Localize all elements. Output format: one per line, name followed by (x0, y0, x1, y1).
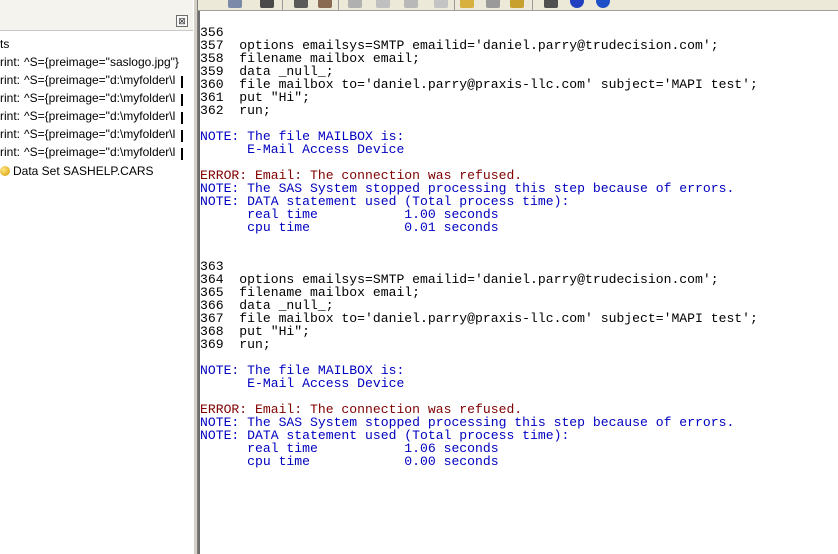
tree-item-prefix: ts (0, 37, 10, 51)
tree-item-label: ^S={preimage="d:\myfolder\l (24, 145, 176, 159)
explorer-icon[interactable] (510, 0, 524, 8)
dataset-icon (0, 166, 10, 176)
new-library-icon[interactable] (460, 0, 474, 8)
tree-item[interactable]: rint: ^S={preimage="d:\myfolder\l (0, 109, 193, 127)
options-icon[interactable] (486, 0, 500, 8)
tree-item-label: ^S={preimage="saslogo.jpg"} (24, 55, 179, 69)
truncation-divider (181, 76, 183, 88)
truncation-divider (181, 94, 183, 106)
tree-item-label: ^S={preimage="d:\myfolder\l (24, 127, 176, 141)
tree-item[interactable]: ts (0, 37, 193, 55)
tree-item[interactable]: rint: ^S={preimage="saslogo.jpg"} (0, 55, 193, 73)
log-line: E-Mail Access Device (200, 376, 405, 391)
print-preview-icon[interactable] (318, 0, 332, 8)
tree-item-prefix: rint: (0, 91, 21, 105)
truncation-divider (181, 112, 183, 124)
log-line: cpu time 0.00 seconds (200, 454, 499, 469)
log-window[interactable]: 356 357 options emailsys=SMTP emailid='da… (198, 11, 838, 554)
log-line: cpu time 0.01 seconds (200, 220, 499, 235)
paste-icon[interactable] (404, 0, 418, 8)
cut-icon[interactable] (348, 0, 362, 8)
tree-item[interactable]: rint: ^S={preimage="d:\myfolder\l (0, 91, 193, 109)
tree-item-prefix: rint: (0, 145, 21, 159)
tree-item-label: Data Set SASHELP.CARS (13, 164, 154, 178)
tree-item[interactable]: rint: ^S={preimage="d:\myfolder\l (0, 145, 193, 163)
tree-item[interactable]: rint: ^S={preimage="d:\myfolder\l (0, 73, 193, 91)
tree-item-label: ^S={preimage="d:\myfolder\l (24, 109, 176, 123)
toolbar-separator (338, 0, 339, 10)
toolbar-separator (532, 0, 533, 10)
undo-icon[interactable] (434, 0, 448, 8)
truncation-divider (181, 130, 183, 142)
tree-item-prefix: rint: (0, 55, 21, 69)
copy-icon[interactable] (376, 0, 390, 8)
tree-item-label: ^S={preimage="d:\myfolder\l (24, 73, 176, 87)
toolbar (198, 0, 838, 11)
tree-item-prefix: rint: (0, 73, 21, 87)
tree-item-dataset[interactable]: Data Set SASHELP.CARS (0, 164, 193, 182)
log-line: 369 run; (200, 337, 271, 352)
close-icon[interactable]: ⊠ (176, 15, 188, 27)
log-line: 362 run; (200, 103, 271, 118)
truncation-divider (181, 148, 183, 160)
toolbar-separator (454, 0, 455, 10)
toolbar-separator (282, 0, 283, 10)
print-icon[interactable] (294, 0, 308, 8)
results-pane-header: ⊠ (0, 0, 193, 31)
open-icon[interactable] (228, 0, 242, 8)
tree-item-prefix: rint: (0, 127, 21, 141)
log-line: E-Mail Access Device (200, 142, 405, 157)
break-icon[interactable] (570, 0, 584, 8)
tree-item-prefix: rint: (0, 109, 21, 123)
save-icon[interactable] (260, 0, 274, 8)
tree-item[interactable]: rint: ^S={preimage="d:\myfolder\l (0, 127, 193, 145)
tree-item-label: ^S={preimage="d:\myfolder\l (24, 91, 176, 105)
submit-icon[interactable] (544, 0, 558, 8)
results-pane: ⊠ ts rint: ^S={preimage="saslogo.jpg"} ri… (0, 0, 194, 554)
help-icon[interactable] (596, 0, 610, 8)
